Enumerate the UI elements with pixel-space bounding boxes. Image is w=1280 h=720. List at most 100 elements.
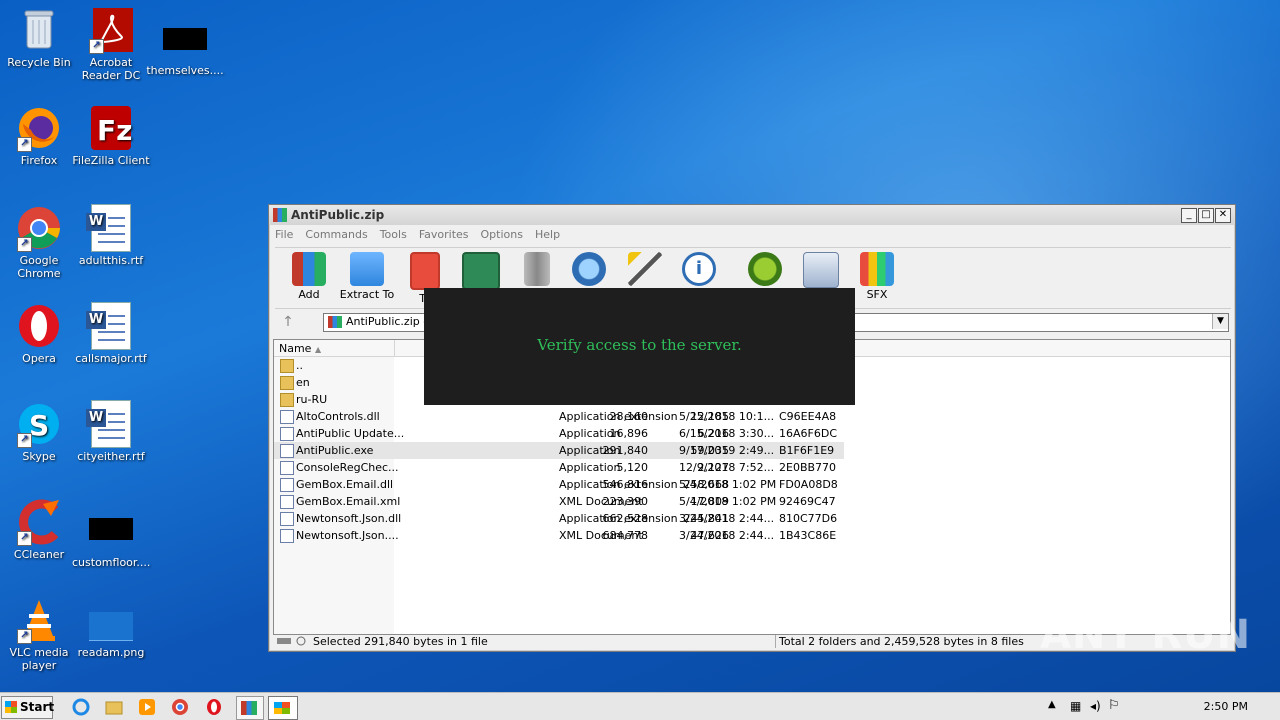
menu-options[interactable]: Options: [481, 228, 523, 241]
menu-help[interactable]: Help: [535, 228, 560, 241]
cell-modified: 5/25/2018 10:1...: [679, 410, 775, 423]
desktop-icon-label: Google Chrome: [17, 254, 61, 280]
menu-favorites[interactable]: Favorites: [419, 228, 469, 241]
cell-type: Application: [559, 444, 621, 457]
desktop-icon-ccleaner[interactable]: ↗ CCleaner: [0, 498, 78, 561]
ie-icon[interactable]: [72, 698, 90, 716]
desktop-icon-chrome[interactable]: ↗ Google Chrome: [0, 204, 78, 280]
toolbar-delete-button[interactable]: [507, 252, 567, 288]
word-document-icon: W: [86, 400, 135, 448]
desktop-icon-label: FileZilla Client: [72, 154, 150, 167]
desktop-icon-label: themselves....: [146, 64, 224, 77]
toolbar-find-button[interactable]: [559, 252, 619, 288]
start-button[interactable]: Start: [1, 696, 55, 719]
sort-ascending-icon: ▲: [314, 345, 322, 354]
media-player-icon[interactable]: [138, 698, 156, 716]
overlay-popup: Verify access to the server.: [424, 288, 855, 405]
cell-modified: 9/17/2019 2:49...: [679, 444, 775, 457]
file-icon: [280, 444, 294, 458]
toolbar-comment-button[interactable]: [791, 252, 851, 290]
desktop-icon-adultthis[interactable]: W adultthis.rtf: [72, 204, 150, 267]
table-row[interactable]: AntiPublic.exe 291,840 59,035 Application 9/…: [274, 442, 844, 459]
desktop-icon-label: readam.png: [77, 646, 145, 659]
table-row[interactable]: GemBox.Email.xml 223,390 17,809 XML Documen…: [274, 493, 844, 510]
toolbar-label: Add: [298, 288, 320, 301]
desktop-icon-acrobat[interactable]: ↗ Acrobat Reader DC: [72, 6, 150, 82]
volume-icon[interactable]: ◂): [1090, 699, 1101, 713]
cell-type: Application extension: [559, 410, 678, 423]
word-document-icon: W: [86, 204, 135, 252]
comment-icon: [803, 252, 839, 288]
cell-name: GemBox.Email.dll: [296, 478, 394, 491]
active-window-taskbar-button[interactable]: [268, 696, 298, 720]
desktop-icon-readam[interactable]: readam.png: [72, 596, 150, 659]
desktop-icon-label: callsmajor.rtf: [75, 352, 147, 365]
table-row[interactable]: AltoControls.dll 28,160 12,185 Application …: [274, 408, 844, 425]
toolbar-sfx-button[interactable]: SFX: [847, 252, 907, 301]
desktop-icon-customfloor[interactable]: customfloor....: [72, 498, 150, 569]
chrome-taskbar-icon[interactable]: [171, 698, 189, 716]
menu-commands[interactable]: Commands: [305, 228, 367, 241]
start-label: Start: [20, 700, 55, 714]
action-center-flag-icon[interactable]: ⚐: [1108, 698, 1120, 713]
explorer-icon[interactable]: [105, 698, 123, 716]
desktop-icon-cityeither[interactable]: W cityeither.rtf: [72, 400, 150, 463]
table-row[interactable]: Newtonsoft.Json.dll 662,528 245,841 Applica…: [274, 510, 844, 527]
desktop-icon-label: adultthis.rtf: [78, 254, 144, 267]
cell-type: Application: [559, 427, 621, 440]
shortcut-arrow-icon: ↗: [17, 531, 32, 546]
toolbar-info-button[interactable]: i: [669, 252, 729, 288]
file-icon: [280, 427, 294, 441]
desktop-icon-opera[interactable]: Opera: [0, 302, 78, 365]
maximize-button[interactable]: □: [1198, 208, 1214, 223]
watermark: ANY RUN: [1040, 612, 1252, 658]
sfx-icon: [860, 252, 894, 286]
toolbar-virusscan-button[interactable]: [735, 252, 795, 288]
file-icon: [280, 461, 294, 475]
close-button[interactable]: ✕: [1215, 208, 1231, 223]
table-row[interactable]: ConsoleRegChec... 5,120 2,127 Application 12…: [274, 459, 844, 476]
toolbar-add-button[interactable]: Add: [279, 252, 339, 301]
acrobat-icon: ↗: [87, 6, 135, 54]
network-icon[interactable]: ▦: [1070, 699, 1081, 713]
menu-file[interactable]: File: [275, 228, 293, 241]
desktop-icon-skype[interactable]: S ↗ Skype: [0, 400, 78, 463]
cell-name: GemBox.Email.xml: [296, 495, 401, 508]
file-icon: [280, 495, 294, 509]
windows-flag-icon: [5, 701, 17, 713]
toolbar-extract-button[interactable]: Extract To: [337, 252, 397, 301]
table-row[interactable]: GemBox.Email.dll 546,816 258,668 Applicatio…: [274, 476, 844, 493]
desktop-icon-themselves[interactable]: themselves....: [146, 6, 224, 77]
opera-taskbar-icon[interactable]: [205, 698, 223, 716]
cell-modified: 5/4/2018 1:02 PM: [679, 495, 777, 508]
system-tray: ▲ ▦ ◂) ⚐ 2:50 PM: [1048, 693, 1280, 720]
file-icon: [280, 410, 294, 424]
show-hidden-icons-icon[interactable]: ▲: [1048, 699, 1056, 710]
table-row[interactable]: AntiPublic Update... 16,896 6,216 Applicati…: [274, 425, 844, 442]
folder-icon: [280, 376, 294, 390]
toolbar-wizard-button[interactable]: [615, 252, 675, 288]
archive-window[interactable]: AntiPublic.zip _ □ ✕ File Commands Tools…: [268, 204, 1236, 652]
toolbar-view-button[interactable]: [451, 252, 511, 292]
file-icon: [280, 478, 294, 492]
table-row[interactable]: Newtonsoft.Json.... 684,778 47,626 XML Docu…: [274, 527, 844, 544]
window-titlebar[interactable]: AntiPublic.zip _ □ ✕: [269, 205, 1235, 225]
minimize-button[interactable]: _: [1181, 208, 1197, 223]
desktop-icon-vlc[interactable]: ↗ VLC media player: [0, 596, 78, 672]
desktop-icon-label: Firefox: [20, 154, 58, 167]
desktop-icon-callsmajor[interactable]: W callsmajor.rtf: [72, 302, 150, 365]
column-header-name[interactable]: Name ▲: [279, 342, 321, 355]
desktop-icon-label: Opera: [22, 352, 56, 365]
desktop-icon-filezilla[interactable]: Fz FileZilla Client: [72, 104, 150, 167]
cell-crc: C96EE4A8: [779, 410, 837, 423]
cell-name: AntiPublic Update...: [296, 427, 405, 440]
chevron-down-icon[interactable]: ▼: [1212, 314, 1228, 329]
image-file-icon: [87, 596, 135, 644]
up-arrow-icon[interactable]: ↑: [279, 314, 297, 330]
winrar-taskbar-button[interactable]: [236, 696, 264, 720]
desktop-icon-firefox[interactable]: ↗ Firefox: [0, 104, 78, 167]
desktop-icon-recycle-bin[interactable]: Recycle Bin: [0, 6, 78, 69]
toolbar-label: SFX: [866, 288, 888, 301]
clock[interactable]: 2:50 PM: [1204, 700, 1248, 713]
menu-tools[interactable]: Tools: [380, 228, 407, 241]
